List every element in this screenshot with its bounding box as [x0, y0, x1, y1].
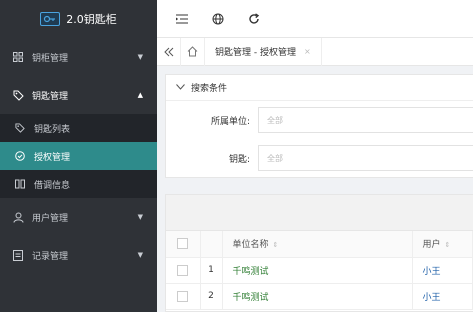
submenu-keys: 钥匙列表 授权管理 借调信息: [0, 114, 157, 198]
column-header-unit[interactable]: 单位名称 ⇕: [222, 231, 413, 258]
collapse-menu-icon[interactable]: [175, 12, 189, 26]
refresh-icon[interactable]: [247, 12, 261, 26]
form-row-unit: 所属单位: 全部: [166, 101, 473, 139]
home-icon[interactable]: [181, 37, 205, 66]
top-toolbar: [157, 0, 473, 38]
sidebar-item-label: 记录管理: [32, 251, 69, 262]
column-header-user[interactable]: 用户 ⇕: [412, 231, 473, 258]
close-icon[interactable]: ×: [304, 47, 311, 56]
unit-cell: 千鸣测试: [222, 257, 413, 284]
chevron-down-icon: ▼: [137, 251, 143, 259]
user-cell: 小王: [412, 257, 473, 284]
grid-icon: [12, 51, 24, 63]
row-index: 2: [200, 283, 223, 310]
app-title: 2.0钥匙柜: [66, 13, 117, 26]
sidebar-item-records[interactable]: 记录管理 ▼: [0, 236, 157, 274]
sidebar-item-keys[interactable]: 钥匙管理 ▲: [0, 76, 157, 114]
select-all-checkbox[interactable]: [177, 238, 189, 250]
globe-icon[interactable]: [211, 12, 225, 26]
sidebar-subitem-key-list[interactable]: 钥匙列表: [0, 114, 157, 142]
sidebar-subitem-label: 钥匙列表: [34, 124, 71, 135]
check-circle-icon: [14, 150, 26, 162]
chevron-down-icon: ▼: [137, 53, 143, 61]
unit-select[interactable]: 全部: [258, 107, 473, 133]
sidebar-subitem-loan-info[interactable]: 借调信息: [0, 170, 157, 198]
table-row[interactable]: 2 千鸣测试 小王: [166, 283, 473, 310]
table-toolbar: [166, 195, 473, 231]
sidebar-subitem-label: 授权管理: [34, 152, 71, 163]
tab-authorization[interactable]: 钥匙管理 - 授权管理 ×: [205, 37, 322, 66]
row-checkbox-cell: [166, 283, 201, 310]
sidebar-subitem-label: 借调信息: [34, 180, 71, 191]
search-panel-header[interactable]: 搜索条件: [166, 75, 473, 101]
chevron-down-icon: ▼: [137, 213, 143, 221]
tag-icon: [12, 89, 24, 101]
search-panel: 搜索条件 所属单位: 全部 钥匙: 全部: [165, 74, 473, 178]
tab-label: 钥匙管理 - 授权管理: [215, 48, 296, 58]
unit-cell: 千鸣测试: [222, 283, 413, 310]
data-table: 单位名称 ⇕ 用户 ⇕ 1 千鸣测试 小王 2 千鸣测试 小王: [166, 231, 473, 310]
sidebar: 2.0钥匙柜 钥柜管理 ▼ 钥匙管理 ▲ 钥匙列表 授权管理 借调信息 用户管理…: [0, 0, 157, 312]
columns-icon: [14, 178, 26, 190]
sidebar-item-cabinet[interactable]: 钥柜管理 ▼: [0, 38, 157, 76]
user-icon: [12, 211, 24, 223]
sidebar-item-label: 钥匙管理: [32, 91, 69, 102]
document-icon: [12, 249, 24, 261]
tab-bar: 钥匙管理 - 授权管理 ×: [157, 37, 473, 66]
key-select[interactable]: 全部: [258, 145, 473, 171]
unit-field-label: 所属单位:: [210, 116, 250, 127]
sort-icon[interactable]: ⇕: [273, 241, 279, 249]
sidebar-item-label: 用户管理: [32, 213, 69, 224]
data-table-panel: 单位名称 ⇕ 用户 ⇕ 1 千鸣测试 小王 2 千鸣测试 小王: [165, 194, 473, 312]
logo-icon: [40, 12, 61, 26]
row-index: 1: [200, 257, 223, 284]
index-header: [200, 231, 223, 258]
row-checkbox[interactable]: [177, 264, 189, 276]
user-cell: 小王: [412, 283, 473, 310]
search-panel-title: 搜索条件: [191, 84, 228, 94]
row-checkbox[interactable]: [177, 290, 189, 302]
column-header-label: 单位名称: [232, 240, 269, 251]
chevron-up-icon: ▲: [137, 91, 143, 99]
table-header-row: 单位名称 ⇕ 用户 ⇕: [166, 231, 473, 258]
chevron-down-icon: [176, 83, 185, 93]
row-checkbox-cell: [166, 257, 201, 284]
table-row[interactable]: 1 千鸣测试 小王: [166, 257, 473, 284]
select-all-cell: [166, 231, 201, 258]
tag-icon: [14, 122, 26, 134]
key-field-label: 钥匙:: [228, 154, 250, 165]
sort-icon[interactable]: ⇕: [445, 241, 451, 249]
double-chevron-left-icon[interactable]: [157, 37, 181, 66]
form-row-key: 钥匙: 全部: [166, 139, 473, 177]
app-logo[interactable]: 2.0钥匙柜: [0, 0, 157, 38]
column-header-label: 用户: [422, 240, 441, 251]
main-content: 搜索条件 所属单位: 全部 钥匙: 全部 单位名称 ⇕ 用户 ⇕ 1 千鸣测试 …: [157, 66, 473, 312]
sidebar-item-users[interactable]: 用户管理 ▼: [0, 198, 157, 236]
sidebar-item-label: 钥柜管理: [32, 53, 69, 64]
sidebar-subitem-authorization[interactable]: 授权管理: [0, 142, 157, 170]
